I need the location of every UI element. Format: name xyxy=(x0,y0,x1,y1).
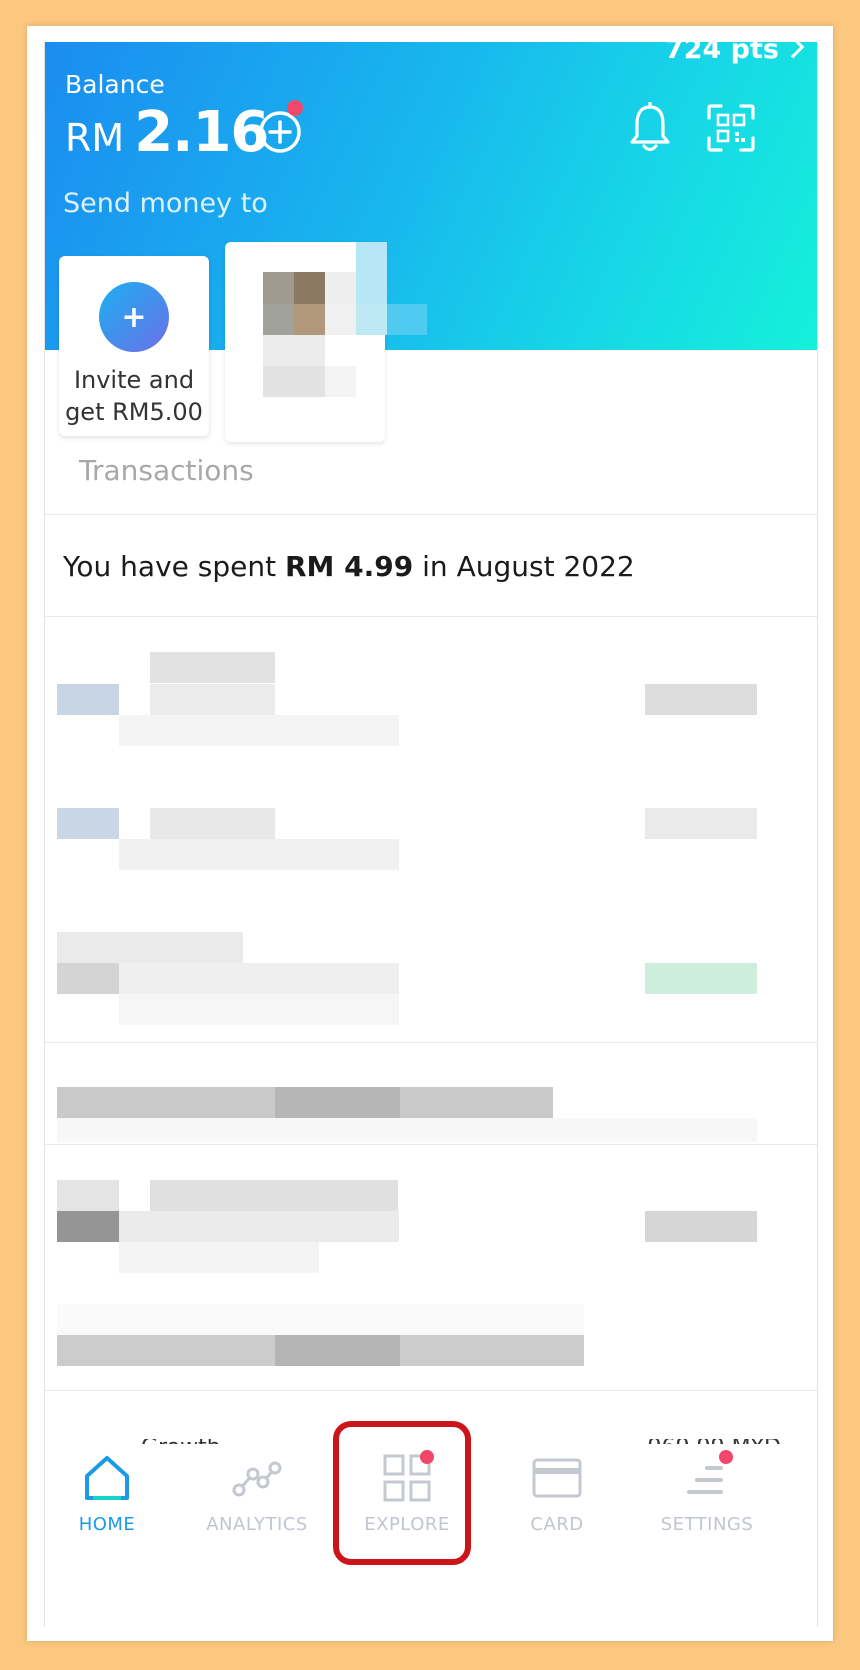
redacted-block xyxy=(150,684,275,715)
spend-amount: RM 4.99 xyxy=(284,550,414,583)
redacted-block xyxy=(119,994,399,1025)
nav-home[interactable]: HOME xyxy=(45,1452,177,1535)
redacted-block xyxy=(325,366,356,397)
nav-card[interactable]: CARD xyxy=(487,1452,627,1535)
send-money-label: Send money to xyxy=(63,188,268,219)
redacted-block xyxy=(325,272,356,304)
balance-label: Balance xyxy=(65,70,165,99)
divider xyxy=(45,616,817,617)
divider xyxy=(45,1144,817,1145)
redacted-block xyxy=(119,839,399,870)
redacted-block xyxy=(294,272,325,304)
redacted-block xyxy=(325,304,356,335)
balance-amount: RM 2.16 xyxy=(65,100,269,165)
nav-card-label: CARD xyxy=(530,1514,584,1535)
chevron-right-icon xyxy=(781,42,805,59)
redacted-block xyxy=(119,1211,399,1242)
points-value: 724 pts xyxy=(664,42,779,65)
qr-scan-icon[interactable] xyxy=(707,104,755,152)
points-link[interactable]: 724 pts xyxy=(664,42,805,65)
redacted-block xyxy=(57,1211,119,1242)
redacted-block xyxy=(263,304,294,335)
redacted-block xyxy=(57,1180,119,1211)
redacted-block xyxy=(119,1242,319,1273)
redacted-block xyxy=(119,963,399,994)
divider xyxy=(45,1390,817,1391)
redacted-block xyxy=(119,715,399,746)
invite-plus-icon: + xyxy=(99,282,169,352)
redacted-block xyxy=(263,272,294,304)
invite-card[interactable]: + Invite and get RM5.00 xyxy=(59,256,209,436)
spend-prefix: You have spent xyxy=(63,550,285,583)
app-screen: 724 pts Balance RM 2.16 Send money to + … xyxy=(44,42,818,1627)
nav-home-label: HOME xyxy=(78,1514,136,1535)
card-icon xyxy=(532,1458,582,1498)
nav-analytics-label: ANALYTICS xyxy=(206,1514,308,1535)
settings-badge xyxy=(719,1450,733,1464)
topup-badge xyxy=(287,100,303,116)
redacted-block xyxy=(356,242,387,304)
contact-card-redacted[interactable] xyxy=(225,242,427,442)
nav-settings-label: SETTINGS xyxy=(660,1514,754,1535)
balance-currency: RM xyxy=(65,116,125,160)
redacted-block xyxy=(150,652,275,683)
redacted-block xyxy=(263,335,325,366)
redacted-block xyxy=(57,1118,757,1142)
invite-text-line1: Invite and xyxy=(73,366,195,394)
redacted-block xyxy=(57,963,119,994)
redacted-block xyxy=(294,304,325,335)
nav-settings[interactable]: SETTINGS xyxy=(637,1452,777,1535)
transactions-section-label: Transactions xyxy=(79,454,254,487)
bell-icon[interactable] xyxy=(627,102,673,154)
redacted-block xyxy=(275,1335,400,1366)
redacted-block xyxy=(645,1211,757,1242)
redacted-block xyxy=(645,963,757,994)
spend-suffix: in August 2022 xyxy=(413,550,635,583)
redacted-block xyxy=(645,808,757,839)
nav-analytics[interactable]: ANALYTICS xyxy=(187,1452,327,1535)
redacted-block xyxy=(57,932,243,963)
redacted-block xyxy=(57,808,119,839)
home-icon xyxy=(85,1456,129,1500)
redacted-block xyxy=(57,1304,584,1335)
balance-value: 2.16 xyxy=(134,100,269,165)
analytics-icon xyxy=(232,1461,282,1497)
redacted-block xyxy=(387,304,427,335)
redacted-block xyxy=(356,304,387,335)
divider xyxy=(45,1042,817,1043)
redacted-block xyxy=(57,684,119,715)
redacted-block xyxy=(150,1180,398,1211)
redacted-block xyxy=(263,366,325,397)
explore-highlight-annotation xyxy=(333,1421,471,1565)
divider xyxy=(45,514,817,515)
monthly-spend-summary: You have spent RM 4.99 in August 2022 xyxy=(63,550,635,583)
redacted-block xyxy=(150,808,275,839)
redacted-block xyxy=(645,684,757,715)
invite-text-line2: get RM5.00 xyxy=(65,398,203,426)
redacted-block xyxy=(275,1087,400,1118)
